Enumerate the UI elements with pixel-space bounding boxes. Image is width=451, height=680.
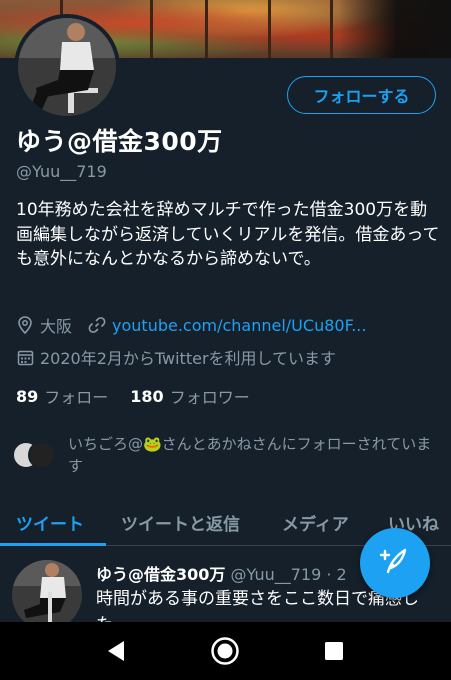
tweet-author-handle: @Yuu__719 · 2 (230, 565, 347, 584)
tab-media[interactable]: メディア (282, 498, 349, 546)
followers-you-know[interactable]: いちごろ@🐸さんとあかねさんにフォローされています (12, 433, 442, 477)
profile-bio: 10年務めた会社を辞めマルチで作った借金300万を動画編集しながら返済していくリ… (16, 200, 440, 269)
recents-square-icon[interactable] (316, 633, 352, 669)
followers-count[interactable]: 180 (130, 387, 163, 406)
tab-tweets[interactable]: ツイート (16, 498, 84, 546)
profile-handle: @Yuu__719 (16, 162, 107, 181)
active-tab-indicator (0, 543, 106, 546)
follower-avatar (28, 441, 56, 469)
compose-tweet-icon (379, 545, 411, 581)
tab-tweets-and-replies[interactable]: ツイートと返信 (121, 498, 240, 546)
profile-avatar[interactable] (14, 14, 120, 120)
profile-website-link[interactable]: youtube.com/channel/UCu80F... (112, 316, 366, 335)
back-triangle-icon[interactable] (98, 633, 134, 669)
tweet-header: ゆう@借金300万 @Yuu__719 · 2 (96, 561, 347, 585)
profile-location: 大阪 (40, 317, 73, 336)
following-count[interactable]: 89 (16, 387, 38, 406)
tweet-avatar[interactable] (12, 560, 82, 630)
profile-joined-date: 2020年2月からTwitterを利用しています (40, 349, 337, 368)
followed-by-text: いちごろ@🐸さんとあかねさんにフォローされています (68, 435, 432, 475)
system-navigation-bar (0, 622, 451, 680)
profile-joined-row: 2020年2月からTwitterを利用しています (16, 346, 336, 368)
display-name: ゆう@借金300万 (16, 127, 223, 156)
compose-tweet-button[interactable] (360, 528, 430, 598)
location-pin-icon (16, 316, 34, 334)
calendar-icon (16, 348, 34, 366)
home-circle-icon[interactable] (207, 633, 243, 669)
followers-label[interactable]: フォロワー (170, 384, 250, 408)
follow-button[interactable]: フォローする (287, 76, 436, 114)
link-icon (88, 316, 106, 334)
profile-meta-row: 大阪 youtube.com/channel/UCu80F... (16, 314, 366, 336)
profile-counts: 89 フォロー 180 フォロワー (16, 384, 272, 408)
following-label[interactable]: フォロー (44, 384, 108, 408)
tweet-author-name[interactable]: ゆう@借金300万 (96, 565, 225, 584)
follower-avatars (12, 433, 66, 473)
